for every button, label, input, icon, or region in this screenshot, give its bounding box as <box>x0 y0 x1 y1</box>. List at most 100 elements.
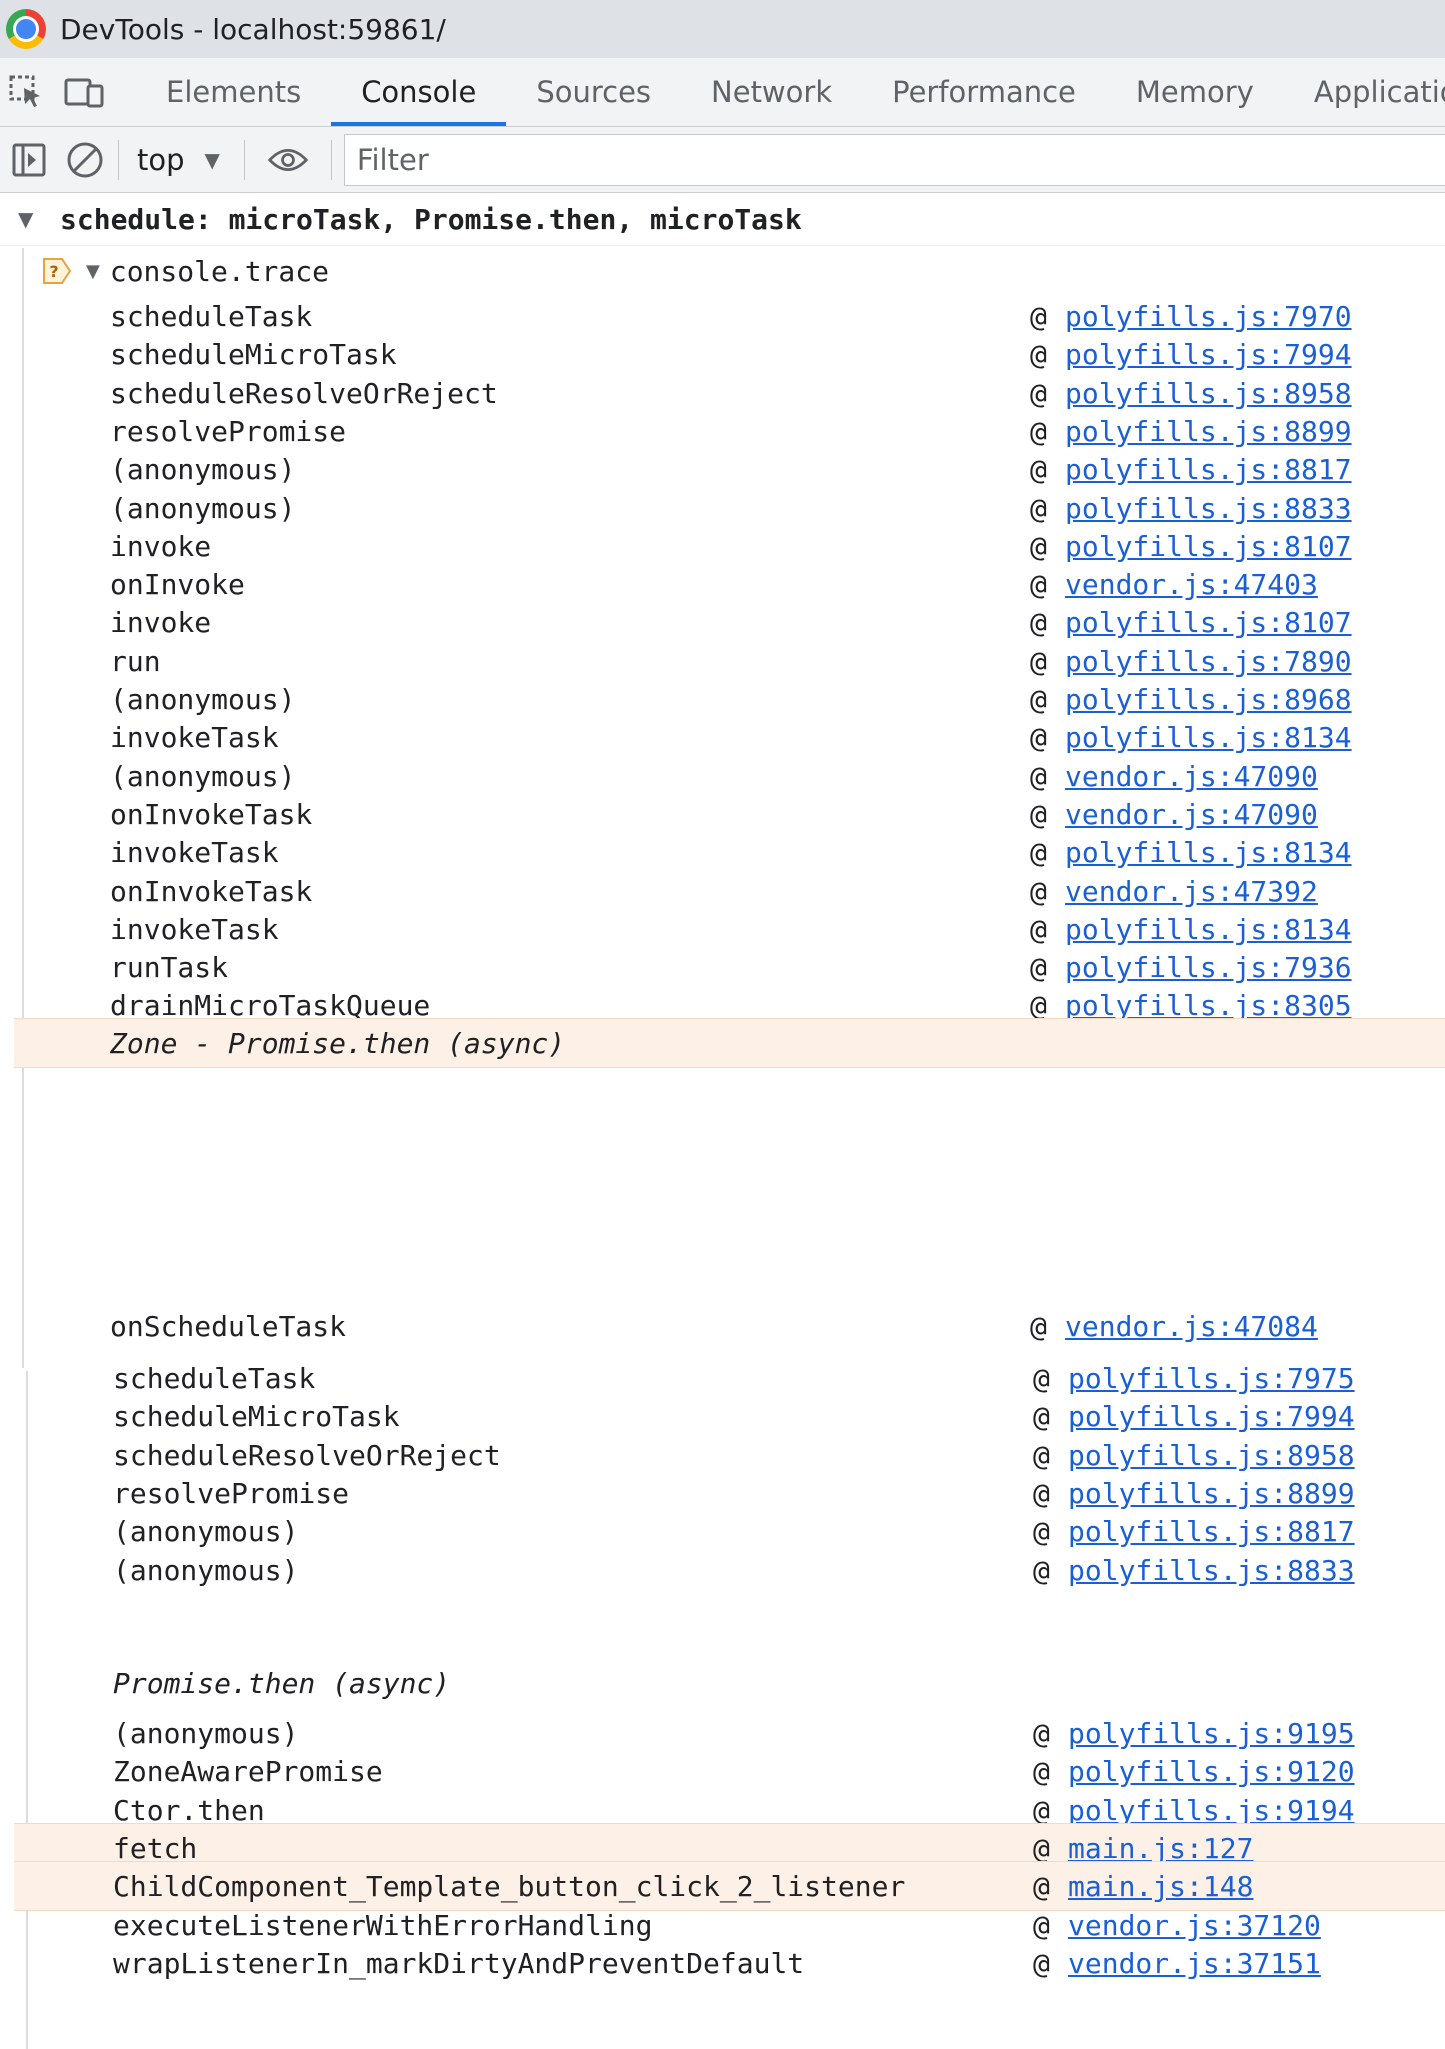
devtools-tab-bar: Elements Console Sources Network Perform… <box>0 58 1445 127</box>
at-symbol: @ <box>1030 529 1047 563</box>
tab-elements[interactable]: Elements <box>136 58 331 126</box>
live-expression-eye-icon[interactable] <box>267 139 309 181</box>
source-link[interactable]: main.js:148 <box>1068 1870 1253 1903</box>
tab-application[interactable]: Application <box>1284 58 1445 126</box>
function-name: (anonymous) <box>110 491 296 525</box>
tab-performance[interactable]: Performance <box>862 58 1106 126</box>
function-name: wrapListenerIn_markDirtyAndPreventDefaul… <box>113 1946 805 1980</box>
group-title: schedule: microTask, Promise.then, micro… <box>60 202 802 236</box>
source-link[interactable]: polyfills.js:8134 <box>1065 913 1352 946</box>
source-link[interactable]: main.js:127 <box>1068 1832 1253 1865</box>
sidebar-toggle-icon[interactable] <box>8 139 50 181</box>
source-link[interactable]: vendor.js:47090 <box>1065 760 1318 793</box>
source-link[interactable]: polyfills.js:8968 <box>1065 683 1352 716</box>
tab-network[interactable]: Network <box>681 58 862 126</box>
device-toolbar-icon[interactable] <box>64 71 104 113</box>
source-link[interactable]: polyfills.js:7994 <box>1068 1400 1355 1433</box>
stack-frame-row: wrapListenerIn_markDirtyAndPreventDefaul… <box>0 1938 1445 1988</box>
clear-console-icon[interactable] <box>64 139 106 181</box>
source-link[interactable]: polyfills.js:7975 <box>1068 1362 1355 1395</box>
at-symbol: @ <box>1033 1793 1050 1827</box>
function-name: invoke <box>110 605 212 639</box>
at-symbol: @ <box>1033 1869 1050 1903</box>
source-link[interactable]: vendor.js:37151 <box>1068 1947 1321 1980</box>
source-link[interactable]: polyfills.js:7890 <box>1065 645 1352 678</box>
function-name: (anonymous) <box>110 452 296 486</box>
source-link[interactable]: polyfills.js:8107 <box>1065 606 1352 639</box>
function-name: (anonymous) <box>113 1716 299 1750</box>
source-link[interactable]: vendor.js:47084 <box>1065 1310 1318 1343</box>
at-symbol: @ <box>1033 1438 1050 1472</box>
source-link[interactable]: vendor.js:47090 <box>1065 798 1318 831</box>
expand-triangle-icon[interactable]: ▼ <box>18 207 60 231</box>
function-name: invokeTask <box>110 912 279 946</box>
function-name: invokeTask <box>110 720 279 754</box>
console-group-header[interactable]: ▼ schedule: microTask, Promise.then, mic… <box>0 193 1445 246</box>
inspect-element-icon[interactable] <box>8 71 44 113</box>
source-link[interactable]: polyfills.js:9195 <box>1068 1717 1355 1750</box>
source-link[interactable]: polyfills.js:7936 <box>1065 951 1352 984</box>
function-name: Ctor.then <box>113 1793 265 1827</box>
stack-frame-row: (anonymous) @ polyfills.js:8833 <box>0 1545 1445 1595</box>
source-link[interactable]: polyfills.js:8817 <box>1065 453 1352 486</box>
expand-triangle-icon[interactable]: ▼ <box>86 261 100 282</box>
function-name: onScheduleTask <box>110 1309 347 1343</box>
function-name: runTask <box>110 950 229 984</box>
console-trace-header[interactable]: ? ▼ console.trace <box>42 248 329 294</box>
tab-sources[interactable]: Sources <box>506 58 681 126</box>
at-symbol: @ <box>1030 797 1047 831</box>
at-symbol: @ <box>1030 567 1047 601</box>
source-link[interactable]: polyfills.js:8107 <box>1065 530 1352 563</box>
at-symbol: @ <box>1033 1514 1050 1548</box>
at-symbol: @ <box>1033 1831 1050 1865</box>
function-name: onInvoke <box>110 567 245 601</box>
function-name: resolvePromise <box>110 414 347 448</box>
function-name: scheduleTask <box>113 1361 316 1395</box>
source-link[interactable]: polyfills.js:9120 <box>1068 1755 1355 1788</box>
at-symbol: @ <box>1030 988 1047 1022</box>
function-name: (anonymous) <box>113 1553 299 1587</box>
svg-text:?: ? <box>49 262 58 281</box>
source-link[interactable]: polyfills.js:8833 <box>1065 492 1352 525</box>
source-link[interactable]: polyfills.js:7994 <box>1065 338 1352 371</box>
at-symbol: @ <box>1030 644 1047 678</box>
at-symbol: @ <box>1030 912 1047 946</box>
source-link[interactable]: polyfills.js:9194 <box>1068 1794 1355 1827</box>
at-symbol: @ <box>1033 1716 1050 1750</box>
tab-console[interactable]: Console <box>331 58 507 126</box>
function-name: scheduleResolveOrReject <box>113 1438 501 1472</box>
function-name: scheduleResolveOrReject <box>110 376 498 410</box>
filter-input[interactable] <box>343 133 1445 186</box>
source-link[interactable]: polyfills.js:8958 <box>1068 1439 1355 1472</box>
function-name: (anonymous) <box>110 759 296 793</box>
async-separator: Promise.then (async) <box>0 1658 1445 1708</box>
at-symbol: @ <box>1033 1476 1050 1510</box>
chevron-down-icon: ▼ <box>204 147 220 172</box>
source-link[interactable]: vendor.js:47392 <box>1065 875 1318 908</box>
source-link[interactable]: vendor.js:37120 <box>1068 1909 1321 1942</box>
source-link[interactable]: vendor.js:47403 <box>1065 568 1318 601</box>
at-symbol: @ <box>1030 874 1047 908</box>
source-link[interactable]: polyfills.js:8899 <box>1065 415 1352 448</box>
source-link[interactable]: polyfills.js:8134 <box>1065 721 1352 754</box>
window-title: DevTools - localhost:59861/ <box>60 12 446 46</box>
source-link[interactable]: polyfills.js:7970 <box>1065 300 1352 333</box>
source-link[interactable]: polyfills.js:8958 <box>1065 377 1352 410</box>
toolbar-divider <box>118 139 119 180</box>
at-symbol: @ <box>1030 835 1047 869</box>
function-name: onInvokeTask <box>110 797 313 831</box>
at-symbol: @ <box>1030 720 1047 754</box>
source-link[interactable]: polyfills.js:8899 <box>1068 1477 1355 1510</box>
function-name: ZoneAwarePromise <box>113 1754 383 1788</box>
at-symbol: @ <box>1030 605 1047 639</box>
function-name: fetch <box>113 1831 198 1865</box>
context-selector[interactable]: top ▼ <box>137 143 220 177</box>
function-name: run <box>110 644 161 678</box>
source-link[interactable]: polyfills.js:8817 <box>1068 1515 1355 1548</box>
source-link[interactable]: polyfills.js:8833 <box>1068 1554 1355 1587</box>
source-link[interactable]: polyfills.js:8305 <box>1065 989 1352 1022</box>
source-link[interactable]: polyfills.js:8134 <box>1065 836 1352 869</box>
at-symbol: @ <box>1030 759 1047 793</box>
tab-memory[interactable]: Memory <box>1106 58 1284 126</box>
at-symbol: @ <box>1030 1309 1047 1343</box>
